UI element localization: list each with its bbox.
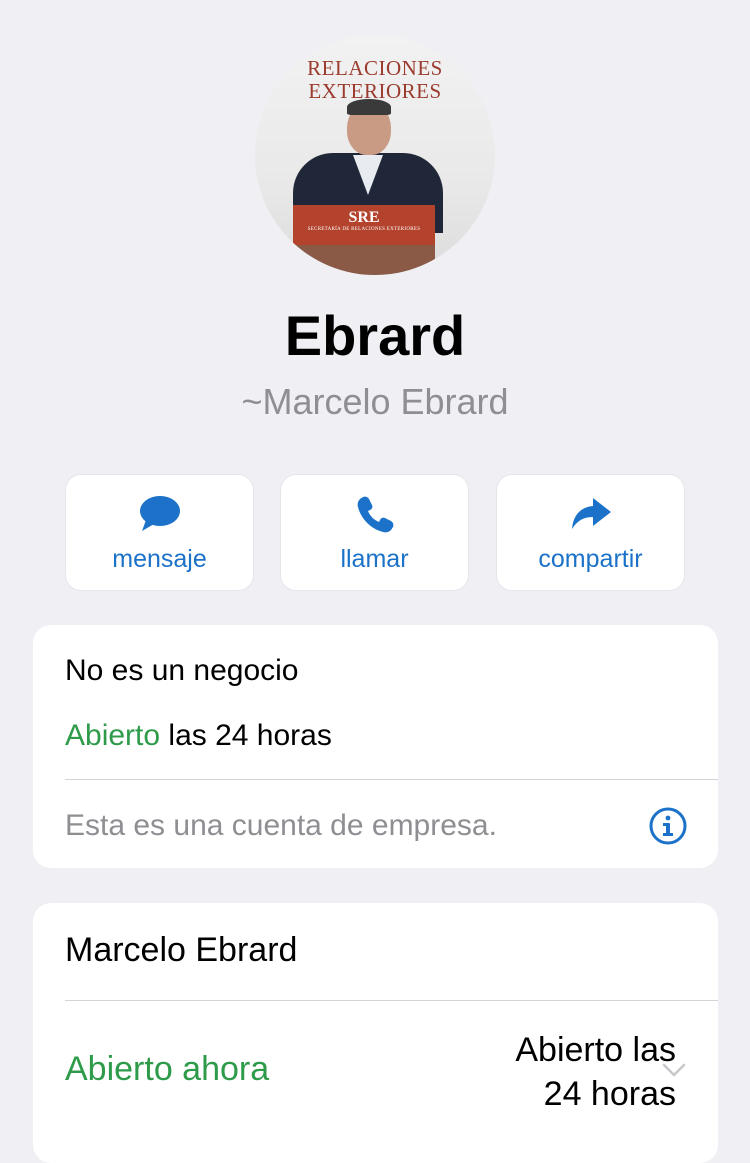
phone-icon — [357, 496, 393, 533]
hours-summary-line2: 24 horas — [543, 1075, 676, 1113]
business-hours: Abierto las 24 horas — [65, 717, 332, 755]
speech-bubble-icon — [139, 496, 180, 531]
call-button[interactable]: llamar — [280, 474, 469, 591]
business-hours-text: las 24 horas — [168, 719, 332, 752]
card-divider — [65, 779, 718, 780]
avatar-person-hair — [347, 99, 391, 115]
business-account-notice: Esta es una cuenta de empresa. — [65, 809, 497, 842]
business-open-status: Abierto — [65, 719, 161, 752]
message-button[interactable]: mensaje — [65, 474, 254, 591]
info-circle-icon[interactable] — [648, 806, 688, 846]
share-label: compartir — [538, 545, 643, 573]
avatar-banner: RELACIONES EXTERIORES — [307, 56, 443, 103]
profile-avatar[interactable]: RELACIONES EXTERIORES SRE SECRETARÍA DE … — [255, 35, 495, 275]
share-arrow-icon — [571, 498, 611, 529]
card-divider — [65, 1000, 718, 1001]
open-now-status[interactable]: Abierto ahora — [65, 1050, 269, 1088]
contact-subtitle: ~Marcelo Ebrard — [241, 381, 509, 422]
share-button[interactable]: compartir — [496, 474, 685, 591]
call-label: llamar — [340, 545, 409, 573]
business-title: No es un negocio — [65, 654, 299, 687]
hours-summary-line1: Abierto las — [515, 1031, 676, 1069]
message-label: mensaje — [112, 545, 207, 573]
business-info-card: No es un negocio Abierto las 24 horas Es… — [33, 625, 718, 868]
contact-name: Ebrard — [284, 304, 466, 367]
hours-summary: Abierto las 24 horas — [515, 1028, 676, 1116]
avatar-podium-base — [293, 245, 435, 275]
hours-card-name: Marcelo Ebrard — [65, 931, 298, 969]
avatar-podium: SRE SECRETARÍA DE RELACIONES EXTERIORES — [293, 205, 435, 245]
